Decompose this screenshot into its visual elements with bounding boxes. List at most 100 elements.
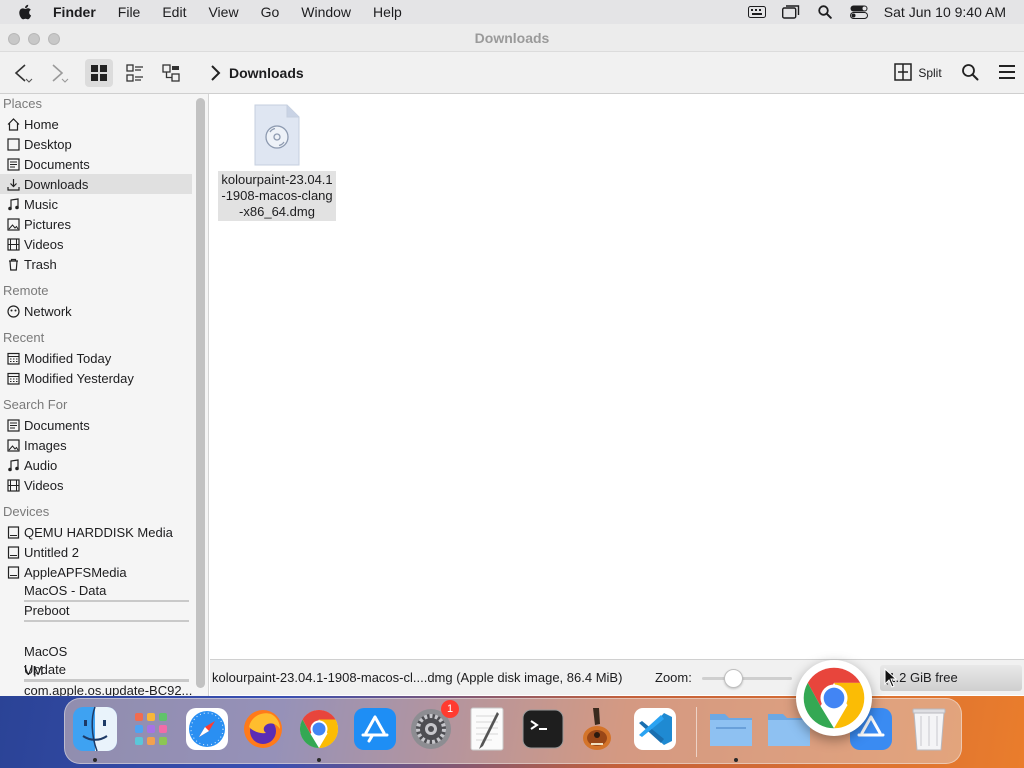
path-breadcrumb[interactable]: Downloads [229,52,304,94]
sidebar-item-network[interactable]: Network [0,301,192,321]
volume-preboot[interactable]: Preboot [24,603,189,622]
menu-finder[interactable]: Finder [52,0,107,24]
pictures-icon [6,217,20,231]
split-label: Split [918,66,942,80]
zoom-slider-track[interactable] [702,677,792,680]
apple-menu-icon[interactable] [0,0,52,24]
file-item[interactable]: kolourpaint-23.04.1-1908-macos-clang-x86… [218,104,336,221]
menu-go[interactable]: Go [250,0,291,24]
sidebar-item-label: Network [24,303,72,319]
drive-icon [6,565,20,579]
terminal-icon[interactable] [519,705,567,753]
trash-icon [6,257,20,271]
sidebar-item-untitled-2[interactable]: Untitled 2 [0,542,192,562]
tree-view-button[interactable] [157,59,185,87]
sidebar-item-documents[interactable]: Documents [0,154,192,174]
music-icon [6,458,20,472]
sidebar-item-label: Documents [24,156,90,172]
sidebar-item-label: Home [24,116,59,132]
sidebar-item-pictures[interactable]: Pictures [0,214,192,234]
sidebar-item-label: Videos [24,236,64,252]
sidebar-section-remote: Remote [3,283,49,298]
volume-os-update[interactable]: com.apple.os.update-BC92... [24,683,192,696]
path-chevron-icon [205,59,225,87]
forward-button[interactable] [42,59,74,87]
calendar-icon [6,371,20,385]
sidebar-item-label: Modified Today [24,350,112,366]
sidebar-item-search-images[interactable]: Images [0,435,192,455]
desktop-icon [6,137,20,151]
volume-macos-data[interactable]: MacOS - Data [24,583,189,602]
menu-help[interactable]: Help [362,0,413,24]
sidebar-item-downloads[interactable]: Downloads [0,174,192,194]
system-settings-icon[interactable]: 1 [407,700,459,753]
sidebar-scrollbar[interactable] [196,98,205,688]
garageband-icon[interactable] [575,705,623,753]
menu-clock[interactable]: Sat Jun 10 9:40 AM [876,4,1024,20]
menu-file[interactable]: File [107,0,152,24]
downloads-folder-icon[interactable] [707,705,755,753]
selection-info: kolourpaint-23.04.1-1908-macos-cl....dmg… [212,670,623,685]
spotlight-icon[interactable] [808,0,842,24]
sidebar-item-label: Untitled 2 [24,544,79,560]
sidebar-item-search-videos[interactable]: Videos [0,475,192,495]
dock-separator [696,707,697,757]
sidebar-section-places: Places [3,96,43,111]
title-bar: Downloads [0,24,1024,52]
window-icon[interactable] [774,0,808,24]
sidebar-item-music[interactable]: Music [0,194,192,214]
control-center-icon[interactable] [842,0,876,24]
pictures-icon [6,438,20,452]
sidebar-section-recent: Recent [3,330,45,345]
finder-window: Downloads Downloads Split Places Home De… [0,24,1024,696]
window-title: Downloads [474,30,550,46]
sidebar-item-label: Pictures [24,216,71,232]
split-button[interactable]: Split [890,59,946,87]
textedit-icon[interactable] [463,705,511,753]
sidebar-item-trash[interactable]: Trash [0,254,192,274]
sidebar-item-videos[interactable]: Videos [0,234,192,254]
volume-vm[interactable]: VM [24,663,189,682]
menu-edit[interactable]: Edit [151,0,197,24]
trash-icon[interactable] [905,705,953,753]
list-view-button[interactable] [121,59,149,87]
menu-window[interactable]: Window [290,0,362,24]
back-button[interactable] [6,59,38,87]
finder-icon[interactable] [71,705,119,753]
file-browser[interactable]: kolourpaint-23.04.1-1908-macos-clang-x86… [210,94,1024,659]
drive-icon [6,525,20,539]
sidebar-item-home[interactable]: Home [0,114,192,134]
sidebar-item-search-audio[interactable]: Audio [0,455,192,475]
safari-icon[interactable] [183,705,231,753]
vscode-icon[interactable] [631,705,679,753]
sidebar-item-label: Trash [24,256,57,272]
menu-bar: Finder File Edit View Go Window Help Sat… [0,0,1024,24]
icon-view-button[interactable] [85,59,113,87]
chrome-icon[interactable] [295,705,343,753]
drive-icon [6,545,20,559]
search-button[interactable] [956,59,984,87]
sidebar-item-modified-yesterday[interactable]: Modified Yesterday [0,368,192,388]
hamburger-icon [998,64,1016,83]
sidebar-item-search-documents[interactable]: Documents [0,415,192,435]
launchpad-icon[interactable] [127,705,175,753]
sidebar-item-modified-today[interactable]: Modified Today [0,348,192,368]
videos-icon [6,237,20,251]
notification-badge: 1 [441,700,459,718]
documents-icon [6,418,20,432]
volume-label: VM [24,663,44,678]
dragged-chrome-icon[interactable] [796,660,872,736]
sidebar-item-apple-apfs-media[interactable]: AppleAPFSMedia [0,562,192,582]
keyboard-icon[interactable] [740,0,774,24]
menu-button[interactable] [994,59,1020,87]
zoom-slider-knob[interactable] [724,669,743,688]
sidebar-item-desktop[interactable]: Desktop [0,134,192,154]
sidebar-item-label: Documents [24,417,90,433]
app-store-icon[interactable] [351,705,399,753]
sidebar-item-qemu-harddisk[interactable]: QEMU HARDDISK Media [0,522,192,542]
running-indicator [317,758,321,762]
menu-view[interactable]: View [197,0,249,24]
free-space-indicator: (1.2 GiB free [880,665,1022,691]
search-icon [961,63,979,84]
firefox-icon[interactable] [239,705,287,753]
